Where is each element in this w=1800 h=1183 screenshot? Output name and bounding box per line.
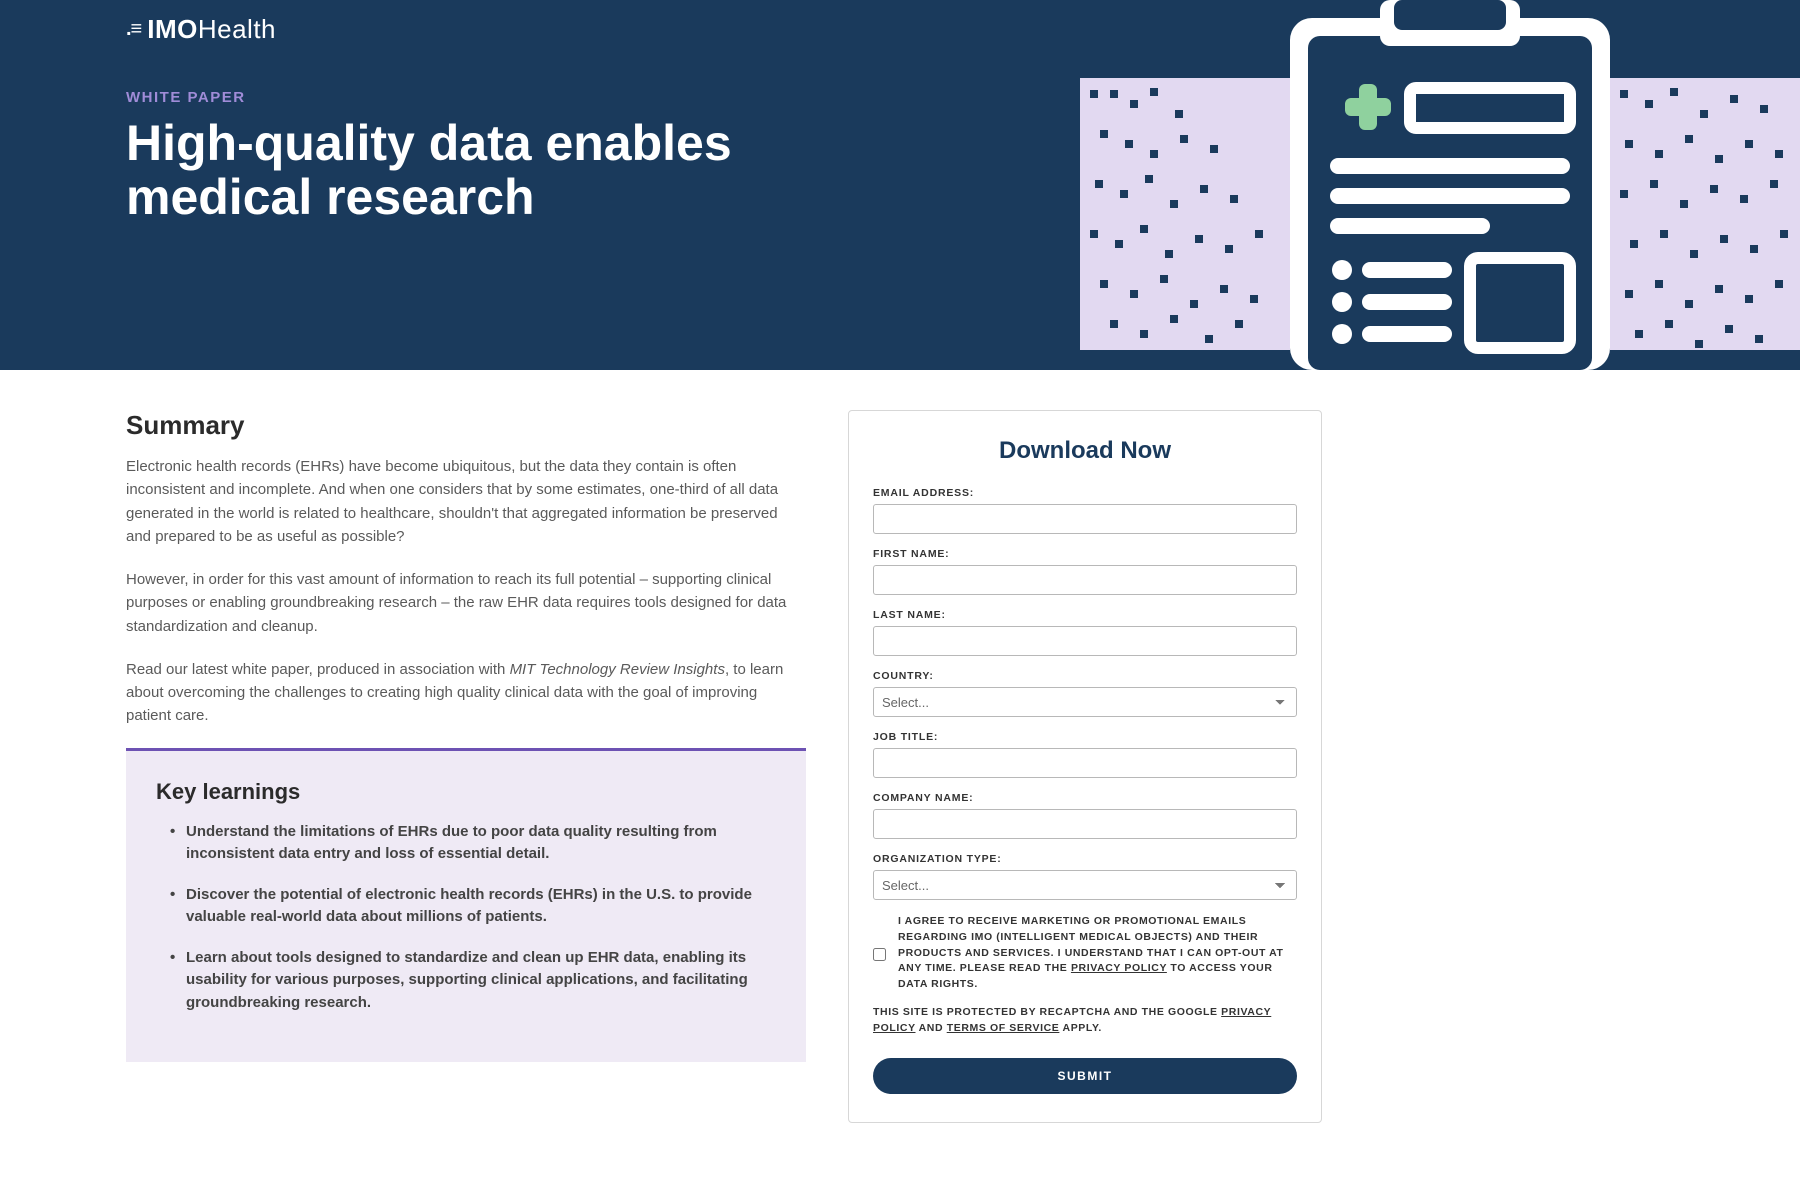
download-form: Download Now EMAIL ADDRESS: FIRST NAME: … — [848, 410, 1322, 1123]
key-learning-item: Discover the potential of electronic hea… — [164, 884, 776, 929]
first-name-label: FIRST NAME: — [873, 548, 1297, 560]
email-field[interactable] — [873, 504, 1297, 534]
first-name-field[interactable] — [873, 565, 1297, 595]
brand-logo: .≡ IMOHealth — [126, 14, 1674, 45]
form-title: Download Now — [873, 437, 1297, 465]
summary-heading: Summary — [126, 410, 806, 441]
consent-text: I AGREE TO RECEIVE MARKETING OR PROMOTIO… — [898, 914, 1297, 993]
organization-type-label: ORGANIZATION TYPE: — [873, 853, 1297, 865]
email-label: EMAIL ADDRESS: — [873, 487, 1297, 499]
hero: .≡ IMOHealth WHITE PAPER High-quality da… — [0, 0, 1800, 370]
recaptcha-notice: THIS SITE IS PROTECTED BY RECAPTCHA AND … — [873, 1005, 1297, 1037]
summary-paragraph-3: Read our latest white paper, produced in… — [126, 658, 806, 728]
logo-mark-icon: .≡ — [126, 18, 141, 41]
key-learnings-box: Key learnings Understand the limitations… — [126, 748, 806, 1063]
key-learning-item: Understand the limitations of EHRs due t… — [164, 821, 776, 866]
job-title-field[interactable] — [873, 748, 1297, 778]
company-name-field[interactable] — [873, 809, 1297, 839]
summary-paragraph-2: However, in order for this vast amount o… — [126, 568, 806, 638]
job-title-label: JOB TITLE: — [873, 731, 1297, 743]
submit-button[interactable]: SUBMIT — [873, 1058, 1297, 1094]
company-name-label: COMPANY NAME: — [873, 792, 1297, 804]
summary-paragraph-1: Electronic health records (EHRs) have be… — [126, 455, 806, 548]
privacy-policy-link[interactable]: PRIVACY POLICY — [1071, 962, 1167, 974]
consent-checkbox[interactable] — [873, 916, 886, 993]
logo-text-light: Health — [198, 14, 276, 44]
key-learnings-heading: Key learnings — [156, 779, 776, 805]
google-tos-link[interactable]: TERMS OF SERVICE — [947, 1022, 1060, 1034]
last-name-label: LAST NAME: — [873, 609, 1297, 621]
key-learning-item: Learn about tools designed to standardiz… — [164, 947, 776, 1015]
country-select[interactable]: Select... — [873, 687, 1297, 717]
last-name-field[interactable] — [873, 626, 1297, 656]
organization-type-select[interactable]: Select... — [873, 870, 1297, 900]
country-label: COUNTRY: — [873, 670, 1297, 682]
logo-text-bold: IMO — [147, 14, 198, 44]
page-title: High-quality data enables medical resear… — [126, 116, 766, 224]
eyebrow-label: WHITE PAPER — [126, 89, 1674, 106]
